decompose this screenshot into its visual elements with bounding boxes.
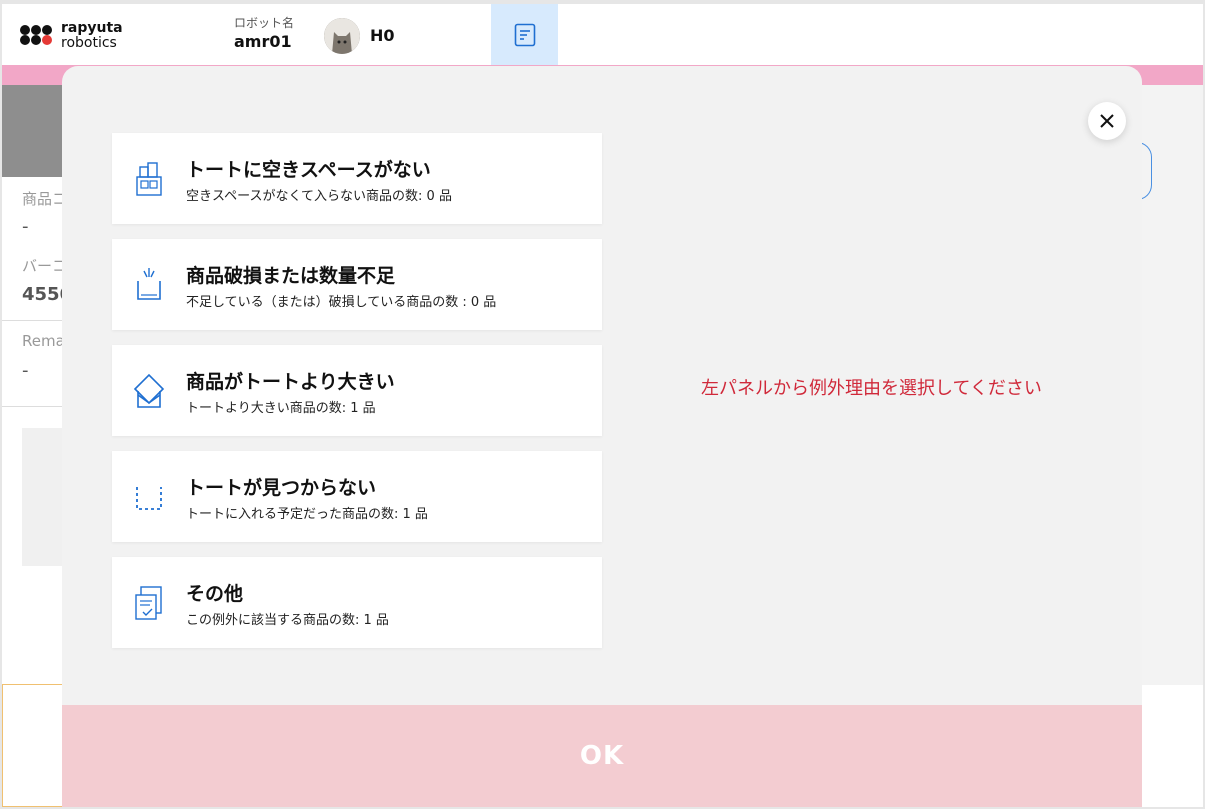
reason-subtitle: この例外に該当する商品の数: 1 品 — [186, 613, 389, 628]
reason-card-other[interactable]: その他 この例外に該当する商品の数: 1 品 — [112, 557, 602, 648]
close-button[interactable] — [1088, 102, 1126, 140]
ok-button[interactable]: OK — [62, 705, 1142, 807]
rapyuta-logo: rapyuta robotics — [19, 20, 129, 51]
user-name: H0 — [370, 26, 395, 45]
reason-subtitle: 不足している（または）破損している商品の数 : 0 品 — [186, 295, 497, 310]
user-avatar[interactable] — [324, 18, 360, 54]
reason-subtitle: 空きスペースがなくて入らない商品の数: 0 品 — [186, 189, 452, 204]
reason-card-tote-full[interactable]: トートに空きスペースがない 空きスペースがなくて入らない商品の数: 0 品 — [112, 133, 602, 224]
document-button[interactable] — [491, 4, 558, 65]
cat-avatar-icon — [324, 18, 360, 54]
close-icon — [1100, 114, 1114, 128]
document-icon — [514, 23, 535, 46]
bg-product-label: 商品コ — [22, 190, 68, 208]
reason-title: 商品破損または数量不足 — [186, 265, 396, 287]
robot-name-label: ロボット名 — [234, 16, 295, 30]
reason-title: 商品がトートより大きい — [186, 371, 395, 393]
reason-title: その他 — [186, 583, 244, 605]
brand-line1: rapyuta — [61, 20, 123, 36]
selection-hint: 左パネルから例外理由を選択してください — [701, 378, 1042, 399]
ok-button-label: OK — [579, 741, 625, 771]
bg-barcode-label: バーコ — [22, 257, 68, 275]
reason-card-damaged[interactable]: 商品破損または数量不足 不足している（または）破損している商品の数 : 0 品 — [112, 239, 602, 330]
reason-subtitle: トートに入れる予定だった商品の数: 1 品 — [186, 507, 428, 522]
bg-product-value: - — [22, 216, 29, 237]
missing-tote-icon — [136, 487, 162, 510]
bg-remarks-label: Rema — [22, 332, 65, 350]
exception-reason-modal: トートに空きスペースがない 空きスペースがなくて入らない商品の数: 0 品 商品… — [62, 66, 1142, 807]
logo-icon — [20, 25, 52, 45]
brand-line2: robotics — [61, 35, 117, 51]
oversized-item-icon — [133, 373, 165, 408]
reason-title: トートに空きスペースがない — [186, 159, 431, 181]
bg-remarks-value: - — [22, 360, 29, 381]
tote-full-icon — [136, 162, 162, 196]
robot-name-value: amr01 — [234, 32, 292, 51]
reason-card-missing-tote[interactable]: トートが見つからない トートに入れる予定だった商品の数: 1 品 — [112, 451, 602, 542]
reason-title: トートが見つからない — [186, 477, 377, 499]
app-header: rapyuta robotics ロボット名 amr01 H0 — [2, 4, 1203, 65]
reason-card-oversized[interactable]: 商品がトートより大きい トートより大きい商品の数: 1 品 — [112, 345, 602, 436]
damaged-item-icon — [137, 268, 161, 300]
app-frame: rapyuta robotics ロボット名 amr01 H0 商品コ - バー — [2, 4, 1203, 807]
other-checklist-icon — [135, 586, 162, 620]
reason-subtitle: トートより大きい商品の数: 1 品 — [186, 401, 376, 416]
